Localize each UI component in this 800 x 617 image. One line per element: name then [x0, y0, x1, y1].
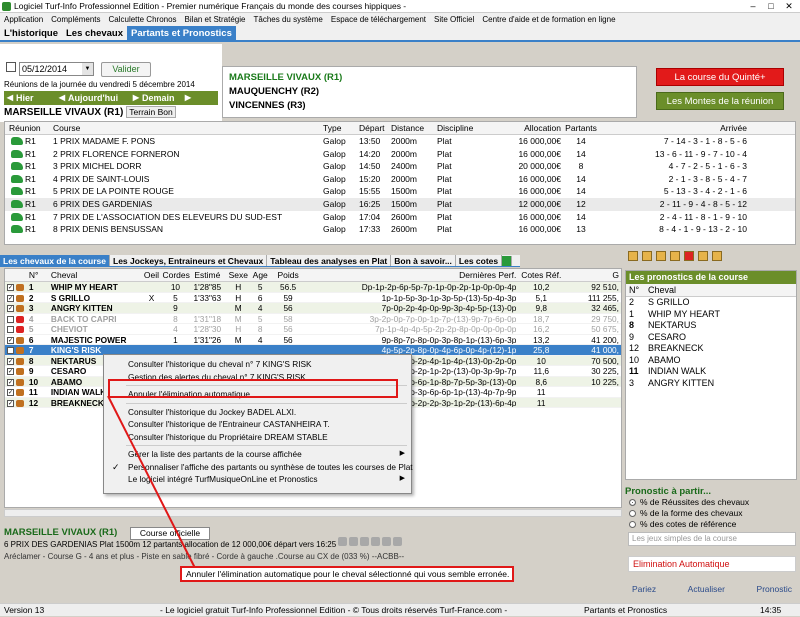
annotation-tooltip: Annuler l'élimination automatique pour l… — [180, 566, 514, 582]
annotation-arrow — [107, 395, 197, 571]
